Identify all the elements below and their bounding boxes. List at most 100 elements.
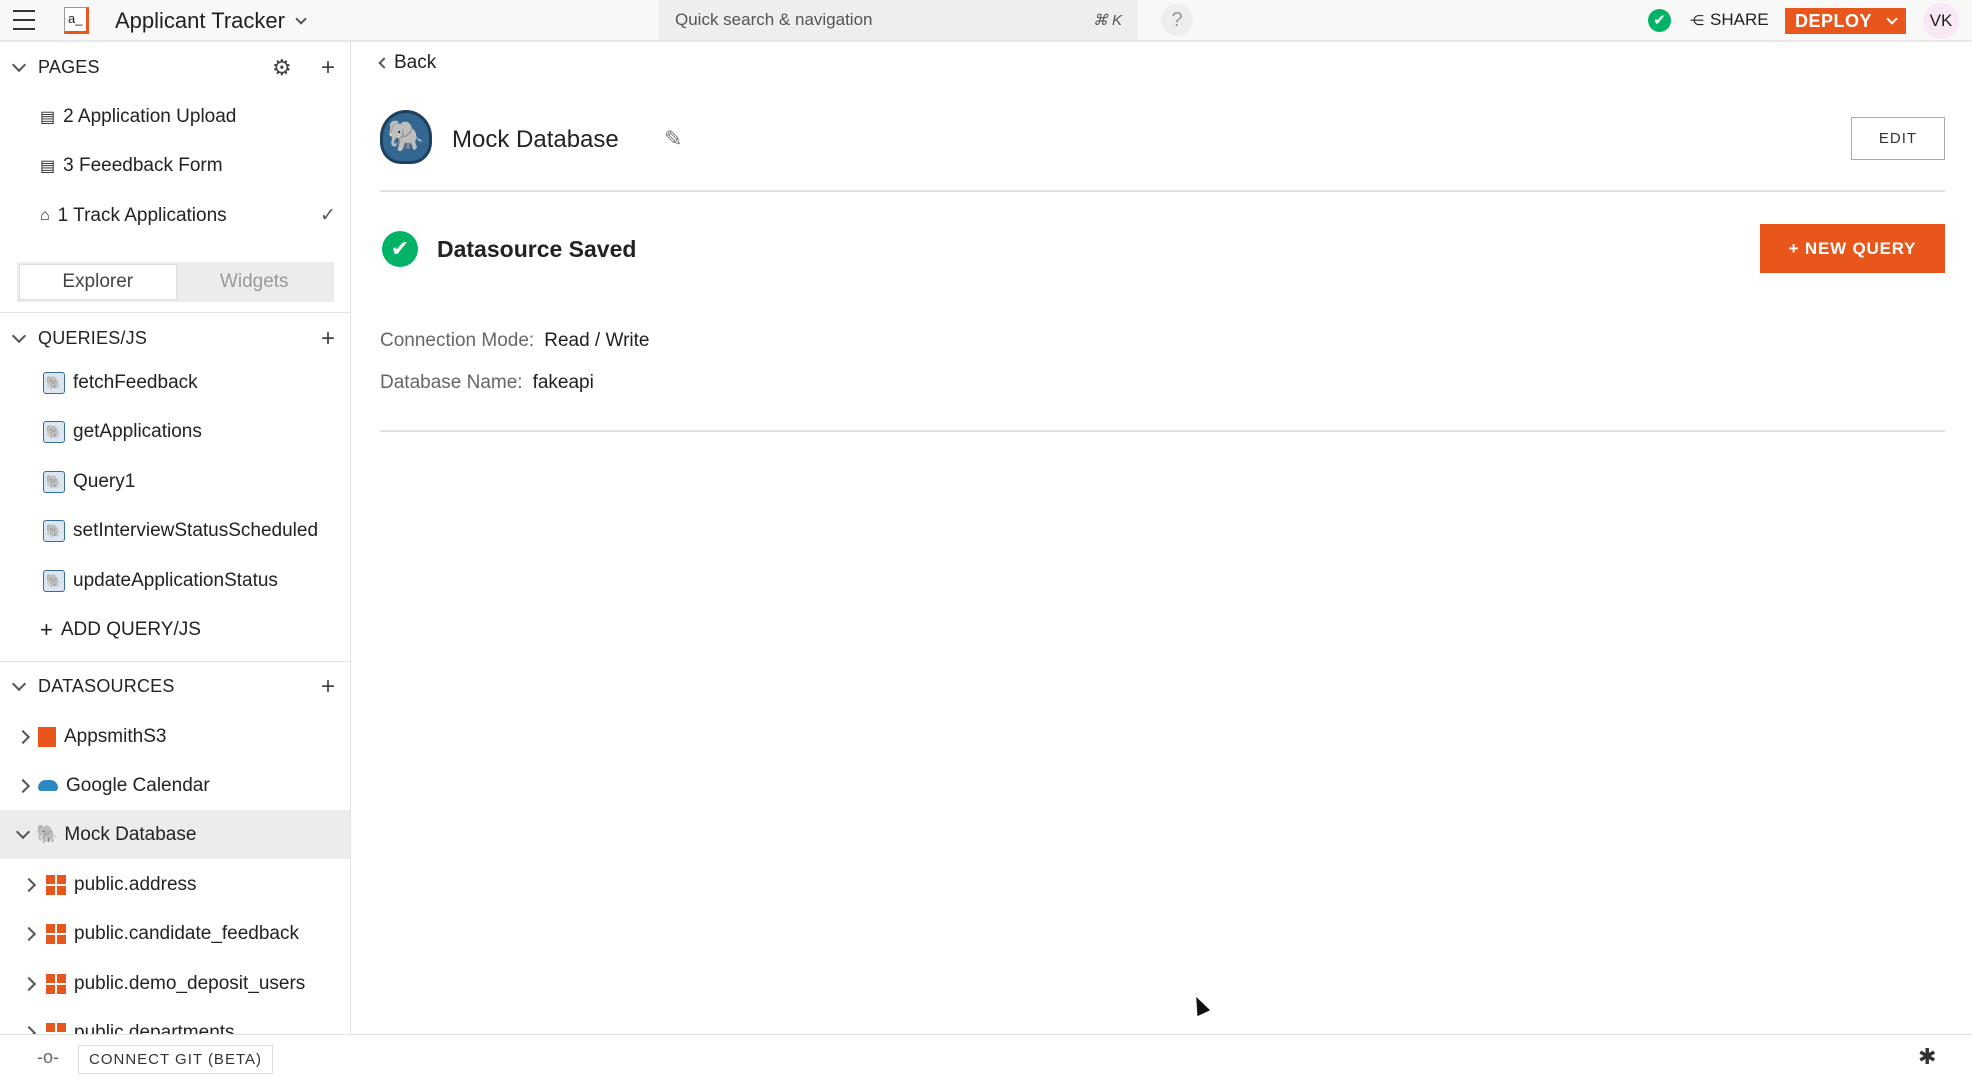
add-query-label: ADD QUERY/JS bbox=[60, 618, 201, 640]
add-query-icon[interactable]: + bbox=[321, 325, 335, 353]
postgres-icon: 🐘 bbox=[43, 519, 65, 542]
git-commit-icon: -o- bbox=[37, 1047, 59, 1067]
postgres-icon: 🐘 bbox=[36, 824, 59, 844]
divider bbox=[380, 430, 1945, 432]
postgres-icon: 🐘 bbox=[43, 420, 65, 443]
query-label: Query1 bbox=[73, 470, 136, 492]
postgres-icon: 🐘 bbox=[43, 371, 65, 394]
chevron-down-icon[interactable] bbox=[11, 676, 27, 691]
page-icon: ▤ bbox=[40, 108, 56, 126]
datasource-item[interactable]: AppsmithS3 bbox=[0, 712, 350, 761]
table-label: public.candidate_feedback bbox=[74, 922, 300, 944]
postgres-icon: 🐘 bbox=[43, 470, 65, 493]
query-item[interactable]: 🐘 fetchFeedback bbox=[0, 358, 350, 407]
main-content: Back 🐘 Mock Database ✎ EDIT ✔ Datasource… bbox=[352, 42, 1972, 1034]
back-link[interactable]: Back bbox=[378, 52, 436, 74]
share-label: SHARE bbox=[1710, 10, 1769, 29]
datasources-section-header[interactable]: DATASOURCES + bbox=[0, 662, 350, 711]
chevron-down-icon[interactable] bbox=[11, 57, 27, 72]
database-name-field: Database Name: fakeapi bbox=[380, 372, 594, 394]
field-label: Database Name: bbox=[380, 372, 523, 393]
queries-section-header[interactable]: QUERIES/JS + bbox=[0, 314, 350, 363]
success-check-icon: ✔ bbox=[382, 231, 418, 267]
chevron-right-icon[interactable] bbox=[15, 778, 31, 793]
query-label: setInterviewStatusScheduled bbox=[73, 519, 319, 541]
datasource-title: Mock Database bbox=[452, 126, 619, 153]
app-logo[interactable]: a_ bbox=[64, 7, 89, 34]
avatar[interactable]: VK bbox=[1923, 3, 1959, 39]
datasource-saved-text: Datasource Saved bbox=[437, 236, 637, 262]
query-label: getApplications bbox=[73, 420, 202, 442]
query-item[interactable]: 🐘 setInterviewStatusScheduled bbox=[0, 506, 350, 555]
chevron-right-icon[interactable] bbox=[21, 1025, 37, 1034]
page-item[interactable]: ▤ 2 Application Upload bbox=[0, 92, 350, 141]
query-item[interactable]: 🐘 getApplications bbox=[0, 407, 350, 456]
chevron-right-icon[interactable] bbox=[21, 926, 37, 941]
check-icon: ✓ bbox=[320, 205, 336, 226]
add-page-icon[interactable]: + bbox=[321, 54, 335, 82]
search-shortcut: ⌘ K bbox=[1092, 12, 1122, 29]
edit-button[interactable]: EDIT bbox=[1851, 117, 1945, 160]
new-query-label: + NEW QUERY bbox=[1788, 239, 1917, 258]
table-icon bbox=[46, 874, 66, 895]
query-item[interactable]: 🐘 Query1 bbox=[0, 457, 350, 506]
add-query-button[interactable]: + ADD QUERY/JS bbox=[0, 605, 350, 654]
pencil-icon[interactable]: ✎ bbox=[664, 126, 682, 152]
pages-title: PAGES bbox=[38, 57, 100, 77]
tab-widgets[interactable]: Widgets bbox=[177, 264, 333, 300]
help-icon: ? bbox=[1171, 9, 1183, 31]
query-label: updateApplicationStatus bbox=[73, 569, 278, 591]
chevron-right-icon[interactable] bbox=[21, 976, 37, 991]
datasource-label: Google Calendar bbox=[66, 774, 210, 796]
page-icon: ▤ bbox=[40, 157, 56, 175]
tab-explorer[interactable]: Explorer bbox=[19, 264, 177, 300]
datasource-item[interactable]: Google Calendar bbox=[0, 761, 350, 810]
chevron-down-icon[interactable] bbox=[15, 824, 31, 839]
connect-git-button[interactable]: CONNECT GIT (BETA) bbox=[78, 1045, 273, 1074]
add-datasource-icon[interactable]: + bbox=[321, 673, 335, 701]
table-item[interactable]: public.departments bbox=[0, 1008, 350, 1034]
field-value: fakeapi bbox=[532, 372, 594, 393]
gear-icon[interactable]: ⚙ bbox=[272, 55, 292, 81]
app-title-dropdown[interactable]: Applicant Tracker bbox=[115, 8, 307, 34]
table-item[interactable]: public.demo_deposit_users bbox=[0, 959, 350, 1008]
page-item[interactable]: ⌂ 1 Track Applications ✓ bbox=[0, 191, 350, 240]
top-bar: a_ Applicant Tracker Quick search & navi… bbox=[0, 0, 1972, 42]
table-icon bbox=[46, 973, 66, 994]
hamburger-menu-icon[interactable] bbox=[13, 10, 35, 30]
pages-section-header[interactable]: PAGES ⚙ + bbox=[0, 43, 350, 92]
bug-icon[interactable]: ✱ bbox=[1918, 1044, 1936, 1070]
divider bbox=[380, 190, 1945, 192]
share-icon: ⋲ bbox=[1690, 11, 1704, 28]
avatar-initials: VK bbox=[1929, 11, 1953, 30]
datasource-label: AppsmithS3 bbox=[64, 725, 167, 747]
page-item[interactable]: ▤ 3 Feeedback Form bbox=[0, 141, 350, 190]
table-item[interactable]: public.address bbox=[0, 860, 350, 909]
page-label: 1 Track Applications bbox=[57, 204, 227, 226]
chevron-down-icon[interactable] bbox=[1886, 12, 1898, 25]
saved-check-icon: ✔ bbox=[1648, 9, 1671, 32]
deploy-button[interactable]: DEPLOY bbox=[1785, 8, 1906, 34]
chevron-right-icon[interactable] bbox=[15, 729, 31, 744]
chevron-down-icon[interactable] bbox=[11, 328, 27, 343]
datasource-item-selected[interactable]: 🐘 Mock Database bbox=[0, 810, 350, 859]
page-label: 3 Feeedback Form bbox=[63, 154, 223, 176]
search-placeholder: Quick search & navigation bbox=[675, 10, 873, 29]
app-title: Applicant Tracker bbox=[115, 8, 285, 33]
share-button[interactable]: ⋲ SHARE bbox=[1690, 10, 1769, 30]
logo-text: a_ bbox=[68, 11, 83, 26]
new-query-button[interactable]: + NEW QUERY bbox=[1760, 224, 1945, 273]
table-item[interactable]: public.candidate_feedback bbox=[0, 909, 350, 958]
connection-mode-field: Connection Mode: Read / Write bbox=[380, 330, 649, 352]
search-input[interactable]: Quick search & navigation ⌘ K bbox=[659, 0, 1138, 40]
chevron-right-icon[interactable] bbox=[21, 877, 37, 892]
deploy-label: DEPLOY bbox=[1795, 10, 1873, 31]
query-item[interactable]: 🐘 updateApplicationStatus bbox=[0, 556, 350, 605]
plus-icon: + bbox=[40, 616, 53, 642]
postgres-logo-icon: 🐘 bbox=[380, 110, 432, 164]
help-button[interactable]: ? bbox=[1161, 4, 1193, 36]
home-icon: ⌂ bbox=[40, 206, 50, 224]
connect-git-label: CONNECT GIT (BETA) bbox=[88, 1051, 262, 1068]
sidebar: PAGES ⚙ + ▤ 2 Application Upload ▤ 3 Feeed… bbox=[0, 42, 351, 1034]
table-label: public.address bbox=[74, 873, 197, 895]
